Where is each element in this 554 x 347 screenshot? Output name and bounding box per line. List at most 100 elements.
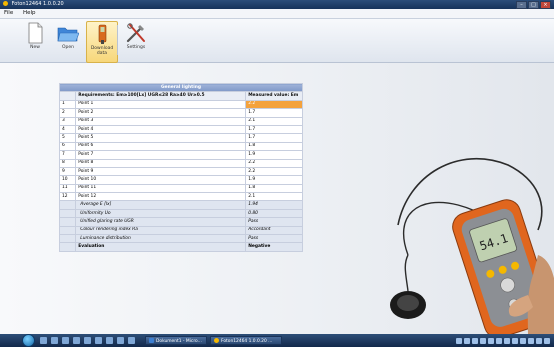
evaluation-value: Negative xyxy=(245,242,303,252)
quick-launch-icon[interactable] xyxy=(128,337,135,344)
task-label: Dokument1 - Micro... xyxy=(156,339,202,344)
measurement-table: General lighting Requirements: Em≥100[Lx… xyxy=(58,82,303,252)
tray-icon[interactable] xyxy=(544,337,550,344)
summary-value: Pass xyxy=(245,234,303,244)
evaluation-row: Evaluation Negative xyxy=(58,242,303,252)
row-value[interactable]: 2.2 xyxy=(245,166,303,177)
row-point: Point 3 xyxy=(75,116,247,126)
summary-label: Luminance distribution xyxy=(75,234,247,244)
taskbar-item-document[interactable]: Dokument1 - Micro... xyxy=(145,336,207,345)
system-tray xyxy=(456,336,550,345)
row-value[interactable]: 1.7 xyxy=(245,133,303,143)
menu-help[interactable]: Help xyxy=(19,9,40,18)
table-row[interactable]: 8 Point 8 2.2 xyxy=(58,158,303,168)
summary-row-average: Average E [lx] 1.94 xyxy=(58,200,303,210)
table-row[interactable]: 6 Point 6 1.8 xyxy=(58,141,303,152)
row-index: 9 xyxy=(58,166,77,177)
foton-icon xyxy=(214,338,219,343)
row-value[interactable]: 2.1 xyxy=(245,116,303,126)
table-row[interactable]: 3 Point 3 2.1 xyxy=(58,116,303,126)
tray-icon[interactable] xyxy=(536,337,542,344)
summary-value: 0.80 xyxy=(245,208,303,219)
row-index: 10 xyxy=(58,175,77,185)
table-row[interactable]: 5 Point 5 1.7 xyxy=(58,133,303,143)
settings-label: Settings xyxy=(126,45,146,50)
app-icon xyxy=(3,1,8,6)
row-value[interactable]: 1.9 xyxy=(245,175,303,185)
main-area: General lighting Requirements: Em≥100[Lx… xyxy=(0,63,554,334)
open-label: Open xyxy=(61,45,75,50)
summary-row-ugr: Unified glaring rate UGR Pass xyxy=(58,217,303,227)
table-row[interactable]: 1 Point 1 2.2 xyxy=(58,99,303,110)
row-index: 1 xyxy=(58,99,77,110)
table-row[interactable]: 2 Point 2 1.7 xyxy=(58,108,303,118)
table-row[interactable]: 11 Point 11 1.8 xyxy=(58,183,303,194)
tools-icon xyxy=(125,22,147,44)
row-index: 3 xyxy=(58,116,77,126)
row-value[interactable]: 1.9 xyxy=(245,150,303,160)
tray-icon[interactable] xyxy=(528,337,534,344)
maximize-button[interactable]: □ xyxy=(528,1,539,9)
start-button[interactable] xyxy=(22,334,35,347)
quick-launch-icon[interactable] xyxy=(51,337,58,344)
quick-launch-icon[interactable] xyxy=(95,337,102,344)
quick-launch-icon[interactable] xyxy=(117,337,124,344)
quick-launch xyxy=(40,337,135,344)
row-value[interactable]: 1.7 xyxy=(245,108,303,118)
summary-label: Unified glaring rate UGR xyxy=(75,217,247,227)
tray-icon[interactable] xyxy=(480,337,486,344)
row-index: 2 xyxy=(58,108,77,118)
quick-launch-icon[interactable] xyxy=(40,337,47,344)
row-value[interactable]: 2.1 xyxy=(245,192,303,202)
evaluation-label: Evaluation xyxy=(75,242,247,252)
table-row[interactable]: 9 Point 9 2.2 xyxy=(58,166,303,177)
summary-label: Average E [lx] xyxy=(75,200,247,210)
window-controls: – □ × xyxy=(516,1,551,9)
new-button[interactable]: New xyxy=(20,21,50,61)
tray-icon[interactable] xyxy=(512,337,518,344)
row-value-selected[interactable]: 2.2 xyxy=(245,99,303,110)
table-row[interactable]: 10 Point 10 1.9 xyxy=(58,175,303,185)
header-measured-value: Measured value: Em xyxy=(245,91,303,101)
row-index: 4 xyxy=(58,124,77,135)
taskbar-item-foton[interactable]: Foton12464 1.0.0.20 ... xyxy=(210,336,282,345)
header-index xyxy=(58,91,77,101)
row-index: 12 xyxy=(58,192,77,202)
table-row[interactable]: 7 Point 7 1.9 xyxy=(58,150,303,160)
download-label-line2: data xyxy=(96,51,108,56)
row-point: Point 1 xyxy=(75,99,247,110)
download-data-button[interactable]: Download data xyxy=(86,21,118,63)
table-row[interactable]: 12 Point 12 2.1 xyxy=(58,192,303,202)
row-point: Point 11 xyxy=(75,183,247,194)
row-value[interactable]: 1.8 xyxy=(245,141,303,152)
open-button[interactable]: Open xyxy=(53,21,83,61)
table-header-row: Requirements: Em≥100[Lx] UGR≤28 Ra≥40 Ur… xyxy=(58,91,303,101)
minimize-button[interactable]: – xyxy=(516,1,527,9)
task-label: Foton12464 1.0.0.20 ... xyxy=(221,339,273,344)
tray-icon[interactable] xyxy=(496,337,502,344)
tray-icon[interactable] xyxy=(520,337,526,344)
measurement-table-container: General lighting Requirements: Em≥100[Lx… xyxy=(58,82,303,252)
tray-icon[interactable] xyxy=(472,337,478,344)
row-point: Point 6 xyxy=(75,141,247,152)
tray-icon[interactable] xyxy=(504,337,510,344)
row-value[interactable]: 1.8 xyxy=(245,183,303,194)
row-index: 8 xyxy=(58,158,77,168)
new-label: New xyxy=(30,45,40,50)
row-value[interactable]: 1.7 xyxy=(245,124,303,135)
menu-file[interactable]: File xyxy=(0,9,17,18)
tray-icon[interactable] xyxy=(488,337,494,344)
quick-launch-icon[interactable] xyxy=(84,337,91,344)
table-row[interactable]: 4 Point 4 1.7 xyxy=(58,124,303,135)
row-value[interactable]: 2.2 xyxy=(245,158,303,168)
settings-button[interactable]: Settings xyxy=(121,21,151,61)
tray-icon[interactable] xyxy=(456,337,462,344)
summary-value: Pass xyxy=(245,217,303,227)
quick-launch-icon[interactable] xyxy=(73,337,80,344)
quick-launch-icon[interactable] xyxy=(106,337,113,344)
new-document-icon xyxy=(24,22,46,44)
window-title: Foton12464 1.0.0.20 xyxy=(11,1,64,7)
quick-launch-icon[interactable] xyxy=(62,337,69,344)
close-button[interactable]: × xyxy=(540,1,551,9)
tray-icon[interactable] xyxy=(464,337,470,344)
